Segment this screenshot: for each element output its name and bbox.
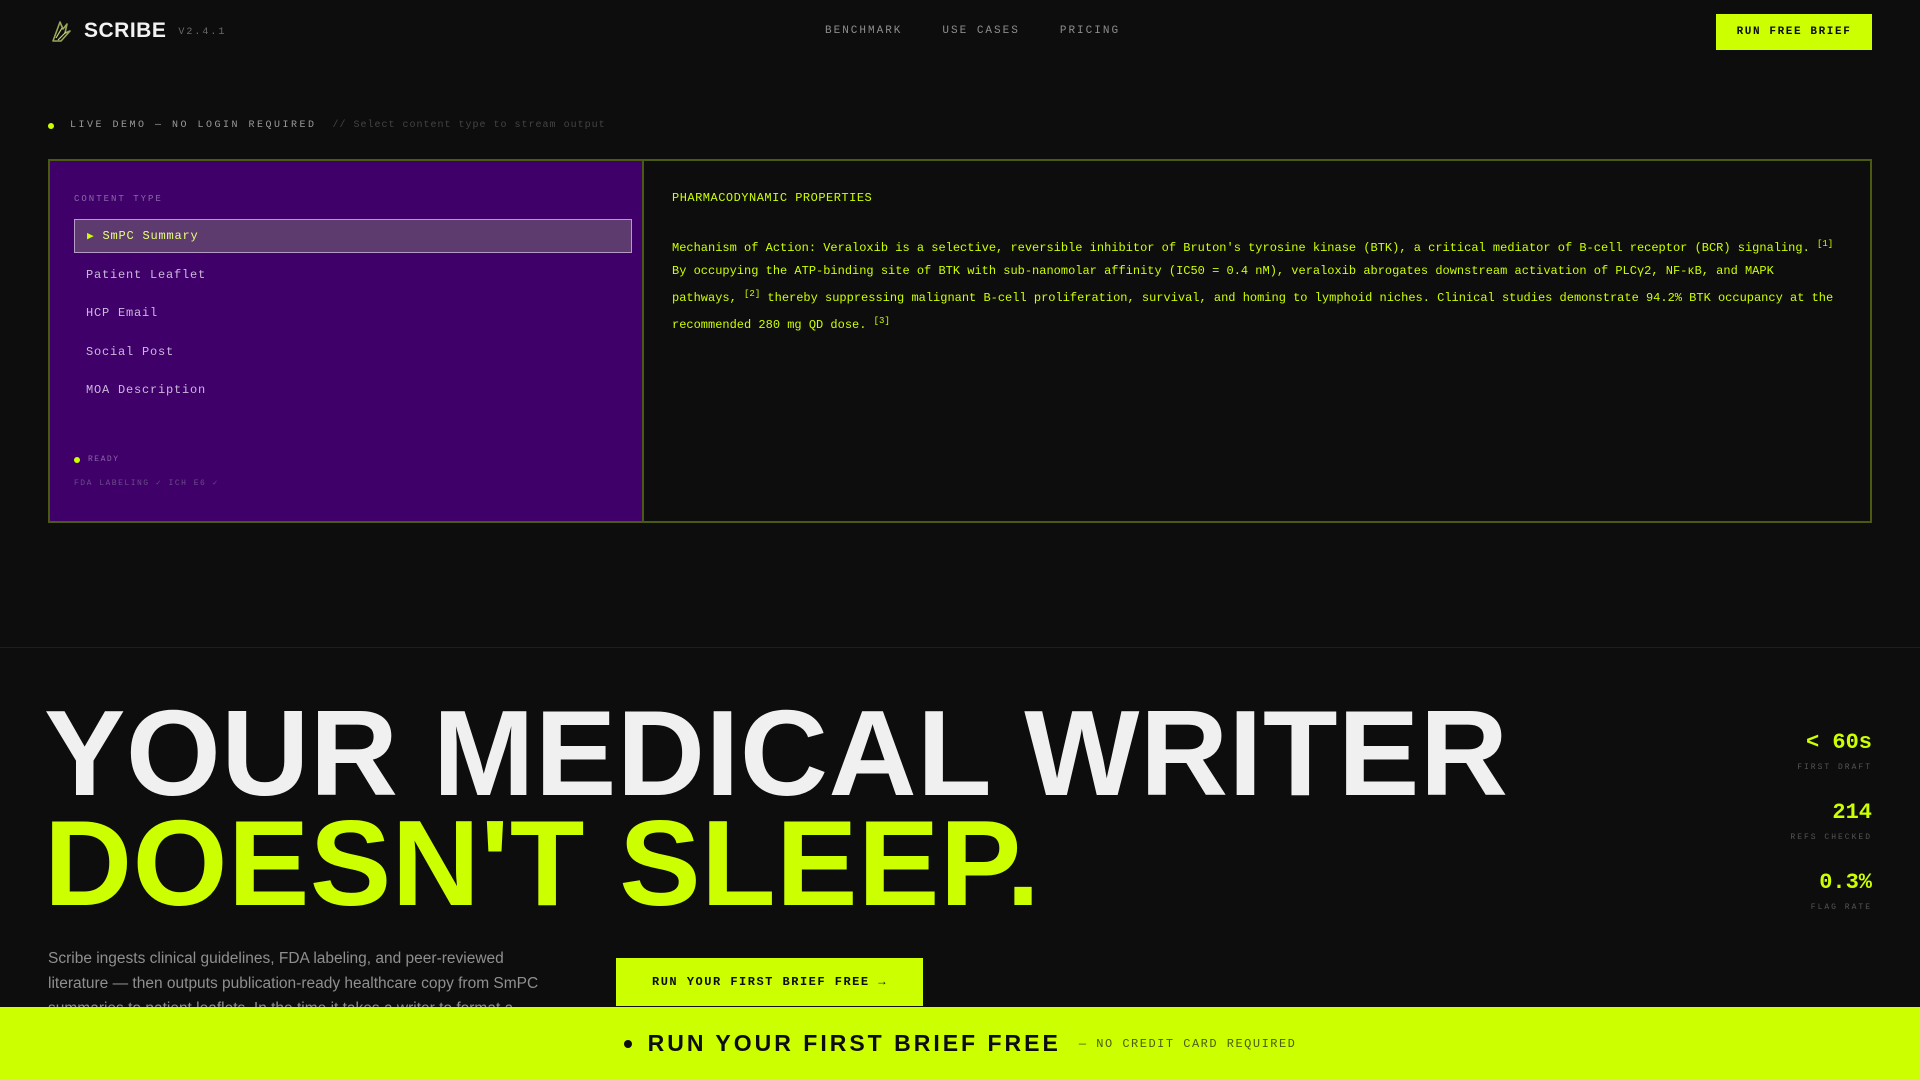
bottom-cta-bar[interactable]: RUN YOUR FIRST BRIEF FREE — NO CREDIT CA… (0, 1007, 1920, 1080)
no-credit-card-text: — NO CREDIT CARD REQUIRED (1078, 1036, 1297, 1051)
run-free-brief-button[interactable]: RUN FREE BRIEF (1716, 14, 1872, 50)
stat-value: 0.3% (1819, 870, 1872, 895)
bullet-dot-icon (623, 1039, 632, 1048)
brand-name: SCRIBE (84, 19, 167, 42)
content-type-label-text: MOA Description (86, 383, 207, 397)
content-type-hcp-email[interactable]: HCP Email (74, 296, 632, 330)
quill-feather-icon (52, 21, 71, 42)
content-type-patient-leaflet[interactable]: Patient Leaflet (74, 258, 632, 292)
top-nav: SCRIBE V2.4.1 BENCHMARK USE CASES PRICIN… (0, 0, 1920, 64)
output-pane: PHARMACODYNAMIC PROPERTIES Mechanism of … (644, 161, 1870, 521)
nav-link-pricing[interactable]: PRICING (1060, 25, 1120, 37)
hero-headline-line2: DOESN'T SLEEP. (44, 795, 1041, 931)
content-type-label-text: Social Post (86, 344, 175, 359)
demo-panel: CONTENT TYPE ▶ SmPC Summary Patient Leaf… (48, 159, 1872, 523)
content-type-selector: CONTENT TYPE ▶ SmPC Summary Patient Leaf… (50, 161, 644, 521)
content-type-label-text: Patient Leaflet (86, 267, 207, 282)
content-type-label-text: SmPC Summary (102, 229, 199, 243)
nav-link-benchmark[interactable]: BENCHMARK (825, 25, 902, 37)
play-arrow-icon: ▶ (87, 231, 95, 243)
content-type-moa-description[interactable]: MOA Description (74, 373, 632, 407)
demo-hint-text: // Select content type to stream output (332, 120, 606, 131)
content-type-social-post[interactable]: Social Post (74, 335, 632, 369)
status-dot-icon (48, 122, 54, 129)
status-dot-icon (74, 456, 80, 463)
stat-refs-checked: 214 REFS CHECKED (1680, 800, 1872, 842)
live-demo-label: LIVE DEMO — NO LOGIN REQUIRED // Select … (48, 120, 606, 131)
compliance-badges: FDA LABELING ✓ ICH E6 ✓ (74, 479, 219, 488)
stat-first-draft: < 60s FIRST DRAFT (1680, 730, 1872, 772)
stat-label: REFS CHECKED (1790, 833, 1872, 842)
bottom-cta-text[interactable]: RUN YOUR FIRST BRIEF FREE (648, 1030, 1061, 1057)
output-text-3: thereby suppressing malignant B-cell pro… (672, 291, 1834, 332)
stat-flag-rate: 0.3% FLAG RATE (1680, 870, 1872, 912)
live-demo-text: LIVE DEMO — NO LOGIN REQUIRED (70, 120, 317, 131)
nav-link-use-cases[interactable]: USE CASES (942, 25, 1019, 37)
output-text-1: Mechanism of Action: Veraloxib is a sele… (672, 241, 1810, 255)
content-type-label-text: HCP Email (86, 306, 159, 320)
content-type-label: CONTENT TYPE (74, 194, 163, 204)
citation-ref-3[interactable]: [3] (874, 316, 890, 326)
stat-value: 214 (1832, 800, 1872, 825)
content-type-list: ▶ SmPC Summary Patient Leaflet HCP Email… (74, 219, 632, 412)
version-label: V2.4.1 (178, 26, 227, 38)
nav-links: BENCHMARK USE CASES PRICING (825, 25, 1160, 37)
stat-value: < 60s (1805, 730, 1872, 755)
run-first-brief-button[interactable]: RUN YOUR FIRST BRIEF FREE → (616, 958, 923, 1006)
stats-column: < 60s FIRST DRAFT 214 REFS CHECKED 0.3% … (1680, 730, 1872, 940)
citation-ref-1[interactable]: [1] (1817, 239, 1833, 249)
citation-ref-2[interactable]: [2] (744, 289, 760, 299)
output-body: Mechanism of Action: Veraloxib is a sele… (672, 233, 1842, 337)
stat-label: FLAG RATE (1810, 903, 1872, 912)
output-title: PHARMACODYNAMIC PROPERTIES (672, 191, 873, 205)
ready-status: READY (74, 455, 120, 464)
stat-label: FIRST DRAFT (1797, 763, 1872, 772)
brand-logo[interactable]: SCRIBE V2.4.1 (48, 18, 226, 44)
section-divider (0, 647, 1920, 648)
ready-text: READY (88, 455, 120, 464)
content-type-smpc-summary[interactable]: ▶ SmPC Summary (74, 219, 632, 253)
